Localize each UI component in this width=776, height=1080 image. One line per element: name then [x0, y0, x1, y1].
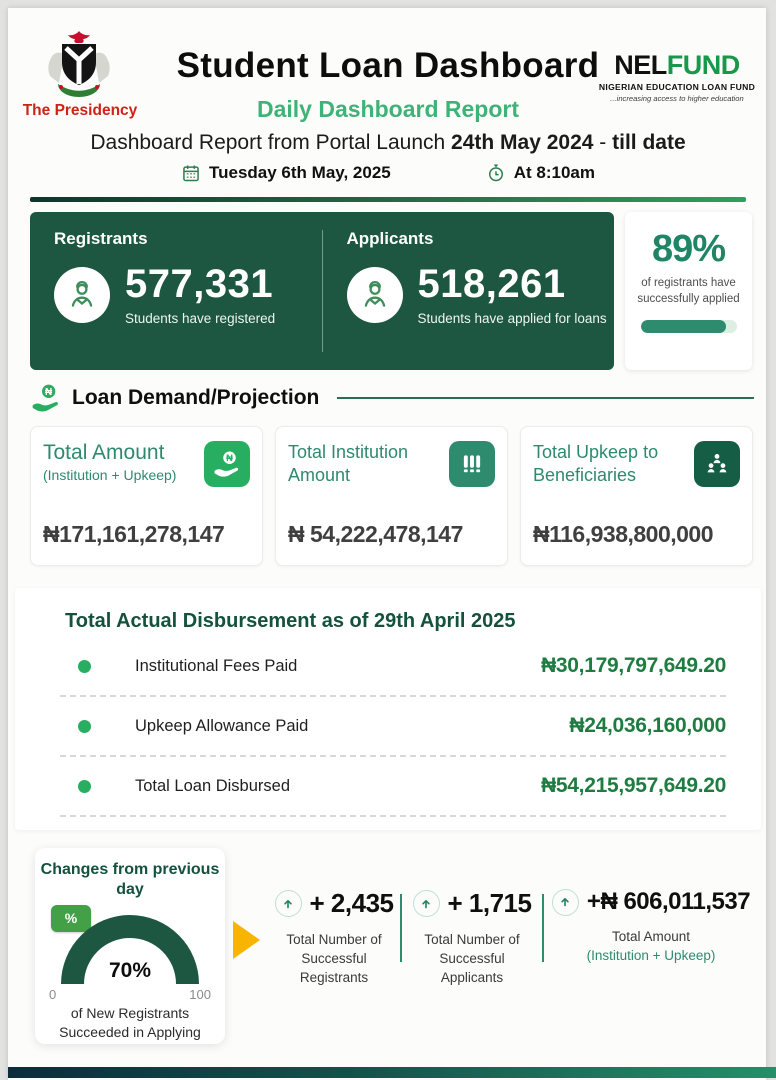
- disbursement-title: Total Actual Disbursement as of 29th Apr…: [65, 610, 516, 632]
- stat-caption: Total Number of Successful Registrants: [286, 932, 382, 985]
- card-value: ₦171,161,278,147: [43, 521, 225, 547]
- header-divider: [30, 197, 746, 202]
- gauge-value: 70%: [108, 959, 152, 982]
- nelfund-tagline: ...increasing access to higher education: [610, 94, 744, 103]
- stat-value: + 1,715: [447, 888, 532, 918]
- bullet-icon: [78, 719, 91, 733]
- row-label: Total Loan Disbursed: [135, 776, 291, 795]
- changes-gauge-card: Changes from previous day % 70% 0 100 of…: [35, 848, 225, 1044]
- applied-progress-fill: [640, 320, 726, 334]
- hand-coin-icon: ₦: [204, 441, 250, 487]
- stat-value: + 2,435: [309, 888, 394, 918]
- disbursement-row: Total Loan Disbursed ₦54,215,957,649.20: [60, 757, 726, 817]
- calendar-icon: [183, 165, 199, 182]
- summary-panel: Registrants 577,331 Students have regist…: [30, 212, 614, 370]
- columns-icon: [449, 441, 495, 487]
- report-time: At 8:10am: [486, 163, 595, 183]
- svg-text:₦: ₦: [226, 453, 233, 463]
- up-arrow-icon: [274, 890, 302, 917]
- row-value: ₦24,036,160,000: [569, 714, 726, 737]
- gauge-max: 100: [189, 987, 211, 1002]
- yellow-arrow-icon: [233, 921, 260, 959]
- applicants-label: Applicants: [346, 229, 434, 248]
- report-date: Tuesday 6th May, 2025: [181, 163, 391, 183]
- bottom-accent-bar: [8, 1067, 776, 1078]
- stat-caption-secondary: (Institution + Upkeep): [586, 947, 716, 963]
- hand-coin-icon: ₦: [32, 384, 58, 412]
- bullet-icon: [78, 779, 91, 793]
- report-range-line: Dashboard Report from Portal Launch 24th…: [90, 131, 686, 154]
- row-value: ₦30,179,797,649.20: [541, 654, 726, 677]
- applied-rate-card: 89% of registrants have successfully app…: [625, 212, 752, 370]
- report-meta-row: Tuesday 6th May, 2025 At 8:10am: [0, 163, 776, 183]
- stat-amount-change: +₦ 606,011,537 Total Amount (Institution…: [544, 888, 758, 966]
- row-label: Upkeep Allowance Paid: [135, 716, 309, 735]
- stopwatch-icon: [488, 164, 503, 182]
- nelfund-org-name: NIGERIAN EDUCATION LOAN FUND: [598, 82, 756, 92]
- card-total-amount: Total Amount (Institution + Upkeep) ₦ ₦1…: [30, 426, 263, 566]
- applied-rate-caption: of registrants have successfully applied: [637, 277, 740, 305]
- percent-badge-icon: %: [51, 905, 91, 932]
- stat-applicants-change: + 1,715 Total Number of Successful Appli…: [402, 888, 542, 988]
- applicants-count: 518,261: [417, 262, 566, 306]
- up-arrow-icon: [551, 888, 579, 916]
- card-title: Total Institution Amount: [288, 442, 409, 485]
- gauge-scale: 0 100: [49, 987, 211, 1002]
- card-value: ₦ 54,222,478,147: [288, 521, 463, 547]
- row-label: Institutional Fees Paid: [135, 656, 298, 675]
- group-icon: [694, 441, 740, 487]
- section-rule: [337, 397, 754, 399]
- applicants-caption: Students have applied for loans: [417, 311, 607, 326]
- gauge-caption-line2: Succeeded in Applying: [59, 1024, 201, 1040]
- gauge-min: 0: [49, 987, 57, 1002]
- stat-caption: Total Number of Successful Applicants: [424, 932, 520, 985]
- gauge-caption-line1: of New Registrants: [70, 1005, 190, 1021]
- registrants-block: Registrants 577,331 Students have regist…: [30, 212, 322, 370]
- disbursement-panel: Total Actual Disbursement as of 29th Apr…: [15, 588, 761, 830]
- changes-title: Changes from previous day: [40, 861, 220, 898]
- stat-value: +₦ 606,011,537: [586, 888, 751, 915]
- disbursement-row: Upkeep Allowance Paid ₦24,036,160,000: [60, 697, 726, 757]
- registrants-label: Registrants: [54, 229, 148, 248]
- nelfund-wordmark: NELFUND: [614, 50, 740, 80]
- stat-caption: Total Amount: [611, 929, 691, 944]
- registrants-count: 577,331: [125, 262, 274, 306]
- card-upkeep-beneficiaries: Total Upkeep to Beneficiaries ₦116,938,8…: [520, 426, 753, 566]
- registrants-caption: Students have registered: [125, 311, 276, 326]
- row-value: ₦54,215,957,649.20: [541, 774, 726, 797]
- gauge: % 70%: [51, 905, 205, 984]
- card-title: Total Upkeep to Beneficiaries: [533, 442, 659, 485]
- up-arrow-icon: [412, 890, 440, 917]
- disbursement-row: Institutional Fees Paid ₦30,179,797,649.…: [60, 637, 726, 697]
- card-value: ₦116,938,800,000: [533, 521, 714, 547]
- applicant-student-icon: [346, 267, 403, 323]
- daily-change-stats: + 2,435 Total Number of Successful Regis…: [268, 888, 760, 988]
- loan-demand-cards: Total Amount (Institution + Upkeep) ₦ ₦1…: [30, 426, 753, 566]
- loan-demand-section-header: ₦ Loan Demand/Projection: [30, 382, 754, 414]
- bullet-icon: [78, 659, 91, 673]
- card-institution-amount: Total Institution Amount ₦ 54,222,478,14…: [275, 426, 508, 566]
- svg-text:₦: ₦: [45, 387, 53, 398]
- stat-registrants-change: + 2,435 Total Number of Successful Regis…: [268, 888, 400, 988]
- applied-progress-track: [640, 320, 737, 334]
- applicants-block: Applicants 518,261 Students have applied…: [323, 212, 615, 370]
- registrant-student-icon: [54, 267, 110, 323]
- section-title: Loan Demand/Projection: [72, 386, 320, 409]
- applied-rate-value: 89%: [651, 228, 726, 270]
- nelfund-logo: NELFUND NIGERIAN EDUCATION LOAN FUND ...…: [598, 50, 756, 104]
